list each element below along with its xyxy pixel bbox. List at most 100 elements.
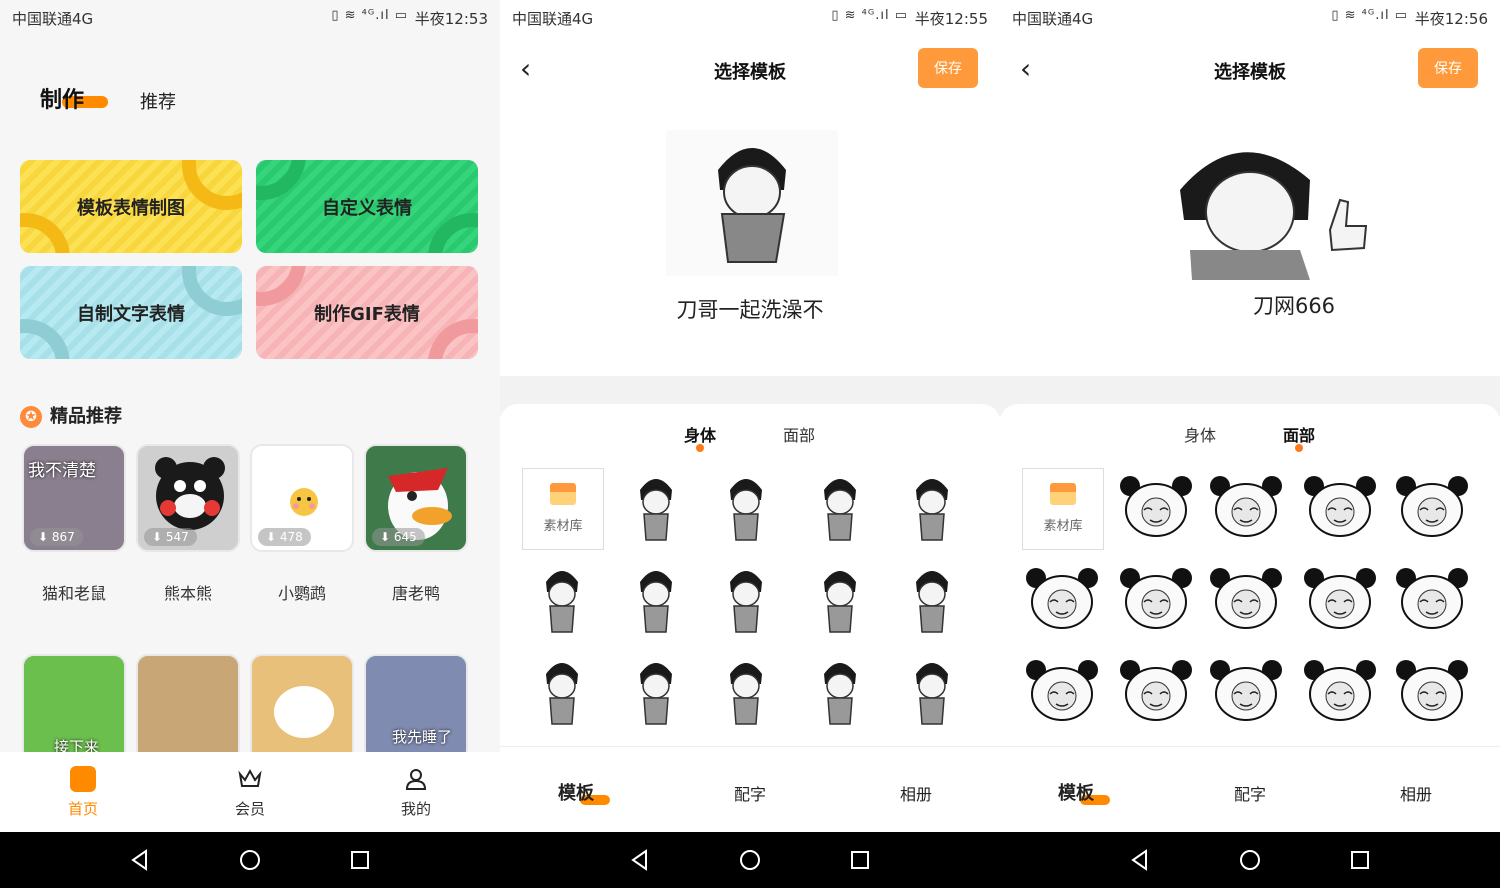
cat-image [274, 686, 334, 738]
back-nav-icon[interactable] [1128, 848, 1152, 872]
sticker-item[interactable] [1022, 652, 1102, 732]
user-icon [405, 769, 427, 790]
tab-template[interactable]: 模板 [1058, 779, 1094, 805]
tab-recommend[interactable]: 推荐 [140, 88, 176, 114]
system-nav [0, 832, 500, 888]
tile-row2[interactable] [136, 654, 240, 762]
status-bar: 中国联通4G ▯ ≋ ⁴ᴳ.ıl ▭ 半夜12:56 [1000, 0, 1500, 34]
material-library-button[interactable]: 素材库 [1022, 468, 1104, 550]
editor-screen-body: 中国联通4G ▯ ≋ ⁴ᴳ.ıl ▭ 半夜12:55 ‹ 选择模板 保存 刀哥一… [500, 0, 1000, 832]
save-button[interactable]: 保存 [918, 48, 978, 88]
decor-circle [182, 266, 242, 316]
material-library-button[interactable]: 素材库 [522, 468, 604, 550]
tab-text[interactable]: 配字 [734, 781, 766, 805]
tab-face[interactable]: 面部 [1283, 422, 1315, 446]
sticker-item[interactable] [522, 560, 602, 640]
sticker-item[interactable] [892, 652, 972, 732]
bottom-nav: 首页 会员 我的 [0, 752, 500, 832]
sticker-item[interactable] [892, 468, 972, 548]
sticker-item[interactable] [800, 468, 880, 548]
nav-label: 会员 [234, 800, 265, 818]
card-custom-sticker[interactable]: 自定义表情 [256, 160, 478, 253]
sticker-item[interactable] [616, 652, 696, 732]
card-template-maker[interactable]: 模板表情制图 [20, 160, 242, 253]
carrier-label: 中国联通4G [512, 10, 594, 28]
nav-vip[interactable]: 会员 [210, 766, 290, 819]
save-button[interactable]: 保存 [1418, 48, 1478, 88]
recents-nav-icon[interactable] [1348, 848, 1372, 872]
sticker-item[interactable] [1116, 468, 1196, 548]
download-count: ⬇ 867 [30, 528, 83, 546]
tile-parrot[interactable]: ⬇ 478 [250, 444, 354, 552]
tile-tom-jerry[interactable]: 我不清楚 ⬇ 867 [22, 444, 126, 552]
sticker-item[interactable] [1022, 560, 1102, 640]
decor-circle [20, 213, 70, 253]
sticker-item[interactable] [1300, 468, 1380, 548]
crown-icon [238, 768, 262, 787]
tile-row2[interactable]: 我先睡了 [364, 654, 468, 762]
library-label: 素材库 [1043, 519, 1083, 534]
card-text-sticker[interactable]: 自制文字表情 [20, 266, 242, 359]
tab-album[interactable]: 相册 [900, 781, 932, 805]
sticker-item[interactable] [1392, 560, 1472, 640]
nav-mine[interactable]: 我的 [376, 766, 456, 819]
home-nav-icon[interactable] [738, 848, 762, 872]
tile-kumamon[interactable]: ⬇ 547 [136, 444, 240, 552]
download-count: ⬇ 478 [258, 528, 311, 546]
decor-circle [256, 160, 306, 200]
sticker-item[interactable] [1116, 652, 1196, 732]
tile-row2[interactable] [250, 654, 354, 762]
back-nav-icon[interactable] [628, 848, 652, 872]
sticker-item[interactable] [1206, 560, 1286, 640]
carrier-label: 中国联通4G [12, 10, 94, 28]
sticker-item[interactable] [1206, 652, 1286, 732]
nav-home[interactable]: 首页 [43, 766, 123, 819]
recents-nav-icon[interactable] [348, 848, 372, 872]
active-dot [696, 444, 704, 452]
decor-circle [20, 319, 70, 359]
sticker-item[interactable] [522, 652, 602, 732]
sticker-item[interactable] [1392, 468, 1472, 548]
sticker-item[interactable] [616, 468, 696, 548]
home-nav-icon[interactable] [238, 848, 262, 872]
signal-icons: ▯ ≋ ⁴ᴳ.ıl ▭ [331, 8, 408, 23]
clock: 半夜12:56 [1414, 10, 1488, 28]
tab-make[interactable]: 制作 [40, 82, 84, 114]
card-gif-maker[interactable]: 制作GIF表情 [256, 266, 478, 359]
sticker-item[interactable] [706, 652, 786, 732]
home-icon [70, 766, 96, 792]
decor-circle [182, 160, 242, 210]
sticker-item[interactable] [1392, 652, 1472, 732]
tab-template[interactable]: 模板 [558, 779, 594, 805]
sticker-item[interactable] [892, 560, 972, 640]
tile-name: 唐老鸭 [391, 584, 440, 603]
download-count: ⬇ 645 [372, 528, 425, 546]
tab-body[interactable]: 身体 [1184, 422, 1216, 446]
home-nav-icon[interactable] [1238, 848, 1262, 872]
editor-bottom-nav: 模板 配字 相册 [500, 746, 1000, 832]
tile-donald-duck[interactable]: ⬇ 645 [364, 444, 468, 552]
sticker-item[interactable] [1116, 560, 1196, 640]
sticker-item[interactable] [706, 560, 786, 640]
sticker-item[interactable] [706, 468, 786, 548]
status-bar: 中国联通4G ▯ ≋ ⁴ᴳ.ıl ▭ 半夜12:53 [0, 0, 500, 34]
tab-face[interactable]: 面部 [783, 422, 815, 446]
sticker-item[interactable] [1206, 468, 1286, 548]
sticker-item[interactable] [800, 652, 880, 732]
tab-text[interactable]: 配字 [1234, 781, 1266, 805]
tile-caption: 我不清楚 [28, 461, 96, 481]
signal-icons: ▯ ≋ ⁴ᴳ.ıl ▭ [831, 8, 908, 23]
sticker-item[interactable] [616, 560, 696, 640]
tab-body[interactable]: 身体 [684, 422, 716, 446]
tab-album[interactable]: 相册 [1400, 781, 1432, 805]
sticker-item[interactable] [800, 560, 880, 640]
preview-image [666, 130, 838, 276]
tile-row2[interactable]: 接下来 [22, 654, 126, 762]
recents-nav-icon[interactable] [848, 848, 872, 872]
home-screen: 中国联通4G ▯ ≋ ⁴ᴳ.ıl ▭ 半夜12:53 制作 推荐 模板表情制图 … [0, 0, 500, 832]
decor-circle [428, 213, 478, 253]
sticker-item[interactable] [1300, 560, 1380, 640]
sticker-item[interactable] [1300, 652, 1380, 732]
back-nav-icon[interactable] [128, 848, 152, 872]
carrier-label: 中国联通4G [1012, 10, 1094, 28]
